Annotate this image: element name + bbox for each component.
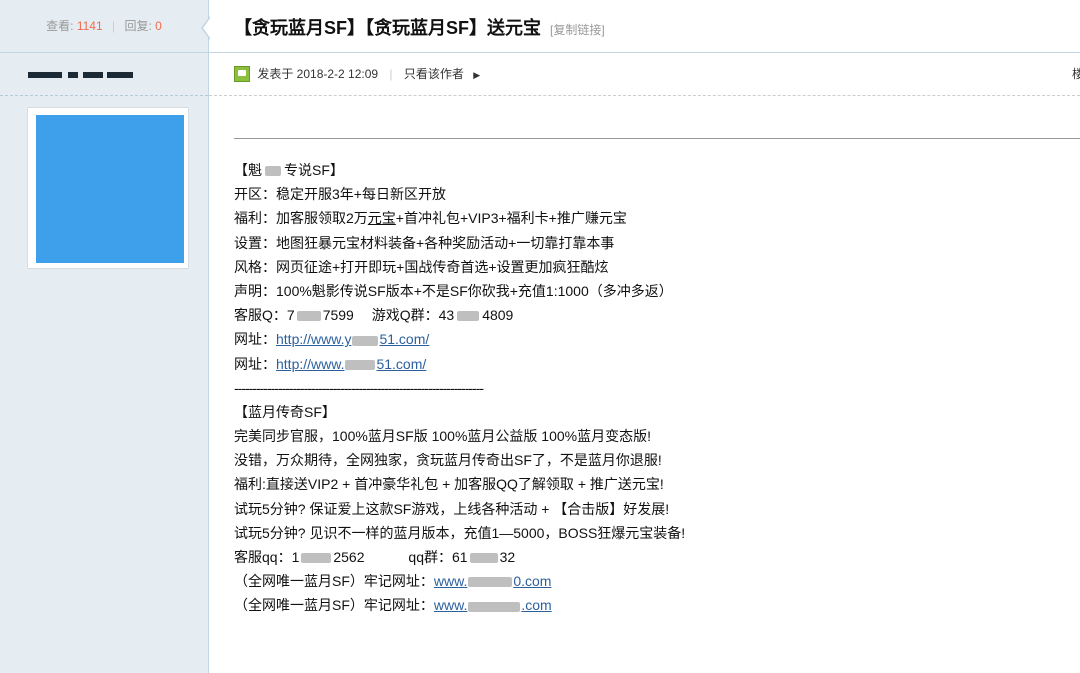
content-line: 试玩5分钟? 见识不一样的蓝月版本，充值1—5000，BOSS狂爆元宝装备! — [234, 524, 686, 541]
content-line: （全网唯一蓝月SF）牢记网址：www. 0.com — [234, 573, 552, 590]
content-divider — [234, 138, 1080, 139]
author-name-redacted[interactable] — [28, 67, 134, 81]
avatar[interactable] — [36, 115, 184, 263]
replies-count: 0 — [155, 19, 162, 33]
copy-link-button[interactable]: [复制链接] — [550, 23, 605, 37]
post-time: 发表于 2018-2-2 12:09 — [257, 67, 379, 81]
thread-title-bar: 【贪玩蓝月SF】【贪玩蓝月SF】送元宝 [复制链接] — [209, 0, 1080, 53]
post-meta: 发表于 2018-2-2 12:09 | 只看该作者 ▶ — [234, 65, 480, 83]
thread-title-text: 【贪玩蓝月SF】【贪玩蓝月SF】送元宝 — [234, 18, 542, 38]
content-line: 没错，万众期待，全网独家，贪玩蓝月传奇出SF了，不是蓝月你退服! — [234, 452, 662, 469]
content-line: 网址：http://www. 51.com/ — [234, 355, 427, 372]
website-link[interactable]: http://www. 51.com/ — [276, 356, 426, 372]
content-line: 开区：稳定开服3年+每日新区开放 — [234, 186, 446, 203]
section-heading: 【蓝月传奇SF】 — [234, 403, 336, 420]
triangle-right-icon: ▶ — [473, 70, 481, 80]
floor-label: 楼 — [1071, 67, 1080, 81]
text-divider: ----------------------------------------… — [234, 379, 484, 396]
author-sidebar: 查看: 1141 | 回复: 0 — [0, 0, 209, 673]
replies-label: 回复: — [124, 19, 152, 33]
post-meta-row: 发表于 2018-2-2 12:09 | 只看该作者 ▶ 楼 — [209, 53, 1080, 96]
content-line: 声明：100%魁影传说SF版本+不是SF你砍我+充值1:1000（多冲多返） — [234, 282, 673, 299]
post-main: 【贪玩蓝月SF】【贪玩蓝月SF】送元宝 [复制链接] 发表于 2018-2-2 … — [209, 0, 1080, 673]
website-link[interactable]: www. .com — [434, 597, 552, 613]
author-name-row — [0, 53, 208, 96]
views-label: 查看: — [46, 19, 74, 33]
content-line: 完美同步官服，100%蓝月SF版 100%蓝月公益版 100%蓝月变态版! — [234, 428, 651, 445]
content-line: 网址：http://www.y 51.com/ — [234, 331, 430, 348]
post-content: 【魁 专说SF】 开区：稳定开服3年+每日新区开放 福利：加客服领取2万元宝+首冲… — [234, 158, 1074, 618]
thread-stats: 查看: 1141 | 回复: 0 — [0, 0, 208, 53]
content-line: 福利：加客服领取2万元宝+首冲礼包+VIP3+福利卡+推广赚元宝 — [234, 210, 627, 227]
website-link[interactable]: www. 0.com — [434, 573, 552, 589]
online-status-icon — [234, 65, 250, 82]
section-heading: 【魁 专说SF】 — [234, 162, 344, 178]
content-line: 客服Q：7 7599 游戏Q群：43 4809 — [234, 307, 514, 324]
content-line: 试玩5分钟? 保证爱上这款SF游戏，上线各种活动 + 【合击版】好发展! — [234, 500, 670, 517]
content-line: （全网唯一蓝月SF）牢记网址：www. .com — [234, 597, 552, 614]
content-line: 设置：地图狂暴元宝材料装备+各种奖励活动+一切靠打靠本事 — [234, 234, 615, 251]
author-only-link[interactable]: 只看该作者 — [404, 67, 464, 81]
views-count: 1141 — [76, 19, 103, 33]
avatar-frame[interactable] — [28, 108, 188, 268]
website-link[interactable]: http://www.y 51.com/ — [276, 331, 429, 347]
content-line: 风格：网页征途+打开即玩+国战传奇首选+设置更加疯狂酷炫 — [234, 258, 609, 275]
thread-title: 【贪玩蓝月SF】【贪玩蓝月SF】送元宝 [复制链接] — [234, 14, 605, 40]
content-line: 福利:直接送VIP2 + 首冲豪华礼包 + 加客服QQ了解领取 + 推广送元宝! — [234, 476, 664, 493]
content-line: 客服qq：1 2562 qq群：61 32 — [234, 549, 516, 565]
yuanbao-link[interactable]: 元宝 — [368, 210, 396, 226]
